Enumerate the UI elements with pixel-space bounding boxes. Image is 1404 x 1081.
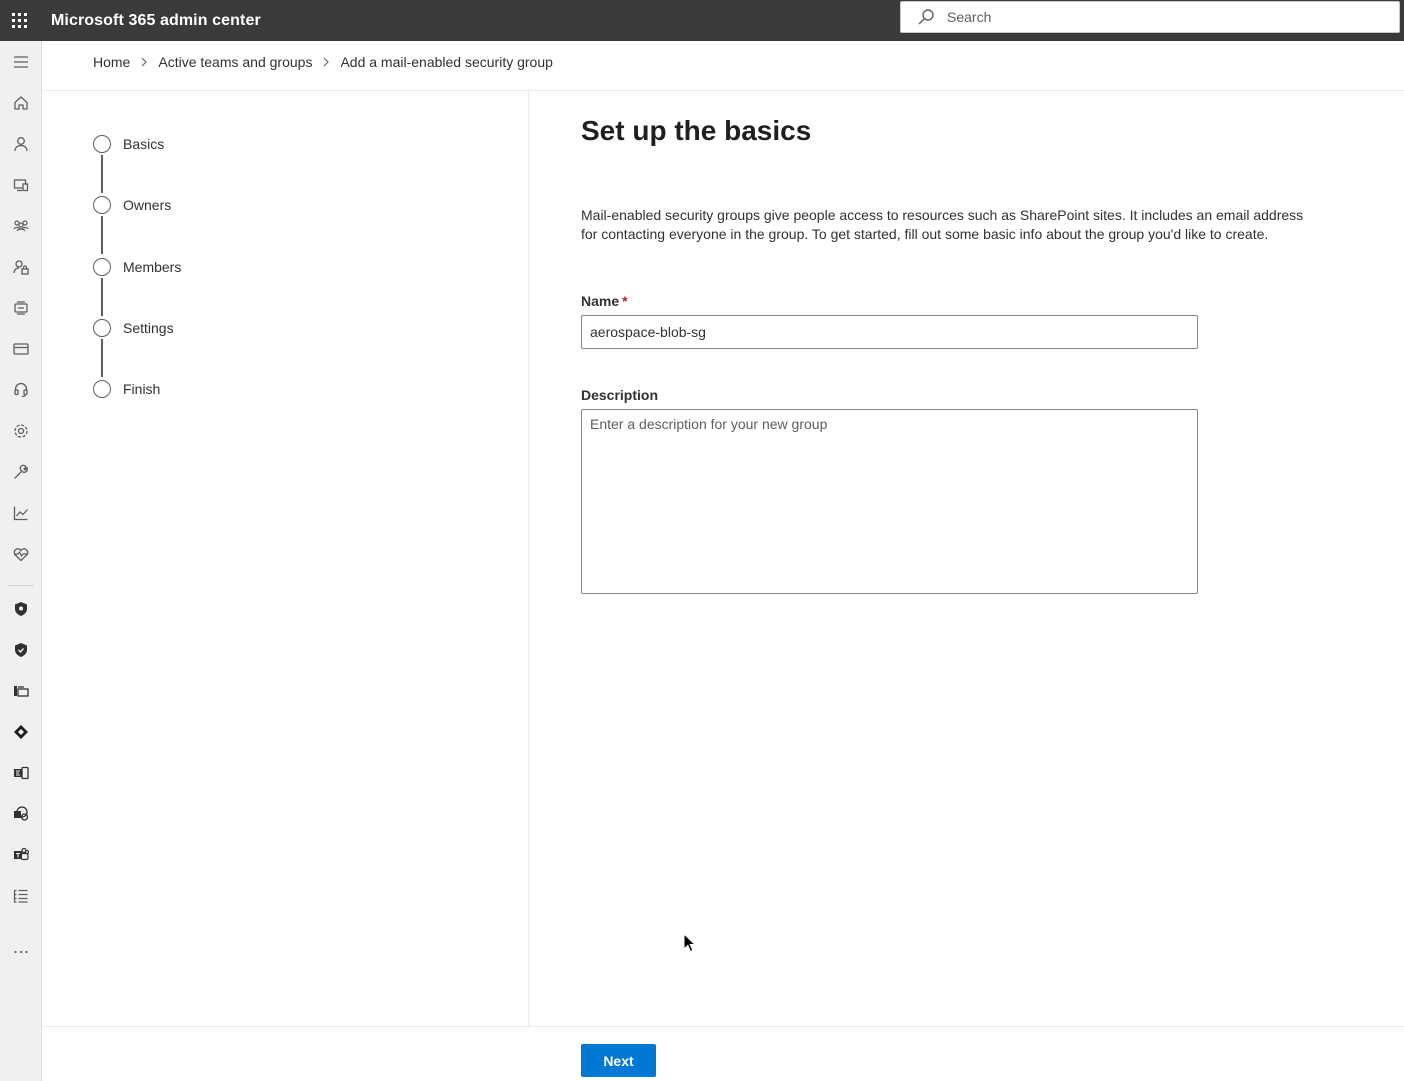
nav-billing[interactable] bbox=[0, 332, 42, 366]
nav-settings[interactable] bbox=[0, 414, 42, 448]
setup-icon bbox=[14, 464, 28, 479]
exchange-icon bbox=[14, 766, 29, 780]
step-circle-icon bbox=[93, 380, 111, 399]
name-label-text: Name bbox=[581, 293, 620, 309]
app-title[interactable]: Microsoft 365 admin center bbox=[51, 12, 261, 30]
next-button[interactable]: Next bbox=[581, 1044, 656, 1077]
top-bar: Microsoft 365 admin center bbox=[0, 0, 1404, 41]
azure-ad-icon bbox=[14, 725, 28, 739]
step-basics[interactable]: Basics bbox=[93, 134, 181, 195]
search-icon bbox=[918, 9, 934, 25]
form-panel: Set up the basics Mail-enabled security … bbox=[581, 110, 1361, 599]
roles-icon bbox=[13, 260, 29, 275]
waffle-icon bbox=[11, 13, 27, 28]
nav-sharepoint[interactable] bbox=[0, 797, 42, 831]
endpoint-manager-icon bbox=[14, 686, 29, 697]
search-input[interactable] bbox=[947, 9, 1367, 25]
footer-divider bbox=[42, 1026, 1404, 1027]
chevron-right-icon bbox=[134, 55, 154, 69]
step-circle-icon bbox=[93, 135, 111, 153]
home-icon bbox=[14, 96, 28, 110]
description-label: Description bbox=[581, 387, 659, 403]
nav-divider bbox=[8, 585, 34, 586]
nav-endpoint-manager[interactable] bbox=[0, 674, 42, 708]
teams-groups-icon bbox=[13, 220, 29, 232]
description-textarea[interactable] bbox=[581, 409, 1198, 594]
nav-devices[interactable] bbox=[0, 168, 42, 202]
name-label: Name * bbox=[581, 291, 1361, 311]
step-connector bbox=[101, 338, 103, 377]
nav-security[interactable] bbox=[0, 592, 42, 626]
header-divider bbox=[42, 90, 1404, 91]
nav-home[interactable] bbox=[0, 86, 42, 120]
menu-icon bbox=[14, 56, 28, 68]
step-settings[interactable]: Settings bbox=[93, 318, 181, 379]
support-icon bbox=[14, 382, 28, 398]
resources-icon bbox=[14, 301, 28, 315]
more-icon bbox=[14, 950, 28, 954]
panel-divider bbox=[528, 91, 529, 1026]
step-label: Owners bbox=[123, 197, 172, 214]
step-finish[interactable]: Finish bbox=[93, 379, 181, 440]
form-description-line-2: for contacting everyone in the group. To… bbox=[581, 226, 1269, 242]
search-box[interactable] bbox=[900, 1, 1400, 33]
all-admin-centers-icon bbox=[13, 889, 28, 903]
nav-support[interactable] bbox=[0, 373, 42, 407]
step-label: Members bbox=[123, 258, 182, 275]
breadcrumb: Home Active teams and groups Add a mail-… bbox=[93, 52, 553, 72]
step-owners[interactable]: Owners bbox=[93, 195, 181, 256]
nav-users[interactable] bbox=[0, 127, 42, 161]
chevron-right-icon bbox=[316, 55, 336, 69]
teams-icon bbox=[14, 847, 30, 861]
nav-compliance[interactable] bbox=[0, 633, 42, 667]
nav-health[interactable] bbox=[0, 537, 42, 571]
step-circle-icon bbox=[93, 196, 111, 215]
step-circle-icon bbox=[93, 257, 111, 276]
wizard-steps: Basics Owners Members Settings Finish bbox=[93, 134, 181, 440]
compliance-icon bbox=[15, 643, 27, 657]
nav-all-admin-centers[interactable] bbox=[0, 879, 42, 913]
reports-icon bbox=[13, 506, 28, 521]
form-description-line-1: Mail-enabled security groups give people… bbox=[581, 207, 1304, 223]
breadcrumb-current: Add a mail-enabled security group bbox=[340, 54, 553, 70]
step-connector bbox=[101, 216, 103, 255]
step-members[interactable]: Members bbox=[93, 257, 181, 318]
devices-icon bbox=[13, 179, 29, 192]
nav-more[interactable] bbox=[0, 935, 42, 969]
step-label: Basics bbox=[123, 136, 165, 152]
nav-exchange[interactable] bbox=[0, 756, 42, 790]
nav-reports[interactable] bbox=[0, 496, 42, 530]
app-launcher-button[interactable] bbox=[2, 4, 36, 38]
nav-setup[interactable] bbox=[0, 455, 42, 489]
settings-icon bbox=[14, 424, 28, 438]
name-input[interactable] bbox=[581, 315, 1198, 349]
nav-roles[interactable] bbox=[0, 250, 42, 284]
security-icon bbox=[15, 602, 27, 616]
step-label: Settings bbox=[123, 319, 174, 336]
nav-azure-ad[interactable] bbox=[0, 715, 42, 749]
breadcrumb-home[interactable]: Home bbox=[93, 54, 130, 70]
nav-teams[interactable] bbox=[0, 838, 42, 872]
mouse-cursor-icon bbox=[683, 933, 697, 953]
page-title: Set up the basics bbox=[581, 115, 812, 146]
step-connector bbox=[101, 155, 103, 193]
nav-resources[interactable] bbox=[0, 291, 42, 325]
breadcrumb-active-teams-groups[interactable]: Active teams and groups bbox=[158, 54, 312, 70]
step-circle-icon bbox=[93, 318, 111, 337]
nav-menu-button[interactable] bbox=[0, 45, 42, 79]
step-connector bbox=[101, 277, 103, 316]
required-marker: * bbox=[622, 293, 628, 309]
step-label: Finish bbox=[123, 381, 161, 398]
billing-icon bbox=[13, 343, 29, 355]
form-description: Mail-enabled security groups give people… bbox=[581, 206, 1351, 244]
user-icon bbox=[14, 137, 28, 152]
health-icon bbox=[13, 548, 29, 562]
nav-rail bbox=[0, 41, 42, 1081]
sharepoint-icon bbox=[14, 806, 29, 821]
nav-teams-groups[interactable] bbox=[0, 209, 42, 243]
